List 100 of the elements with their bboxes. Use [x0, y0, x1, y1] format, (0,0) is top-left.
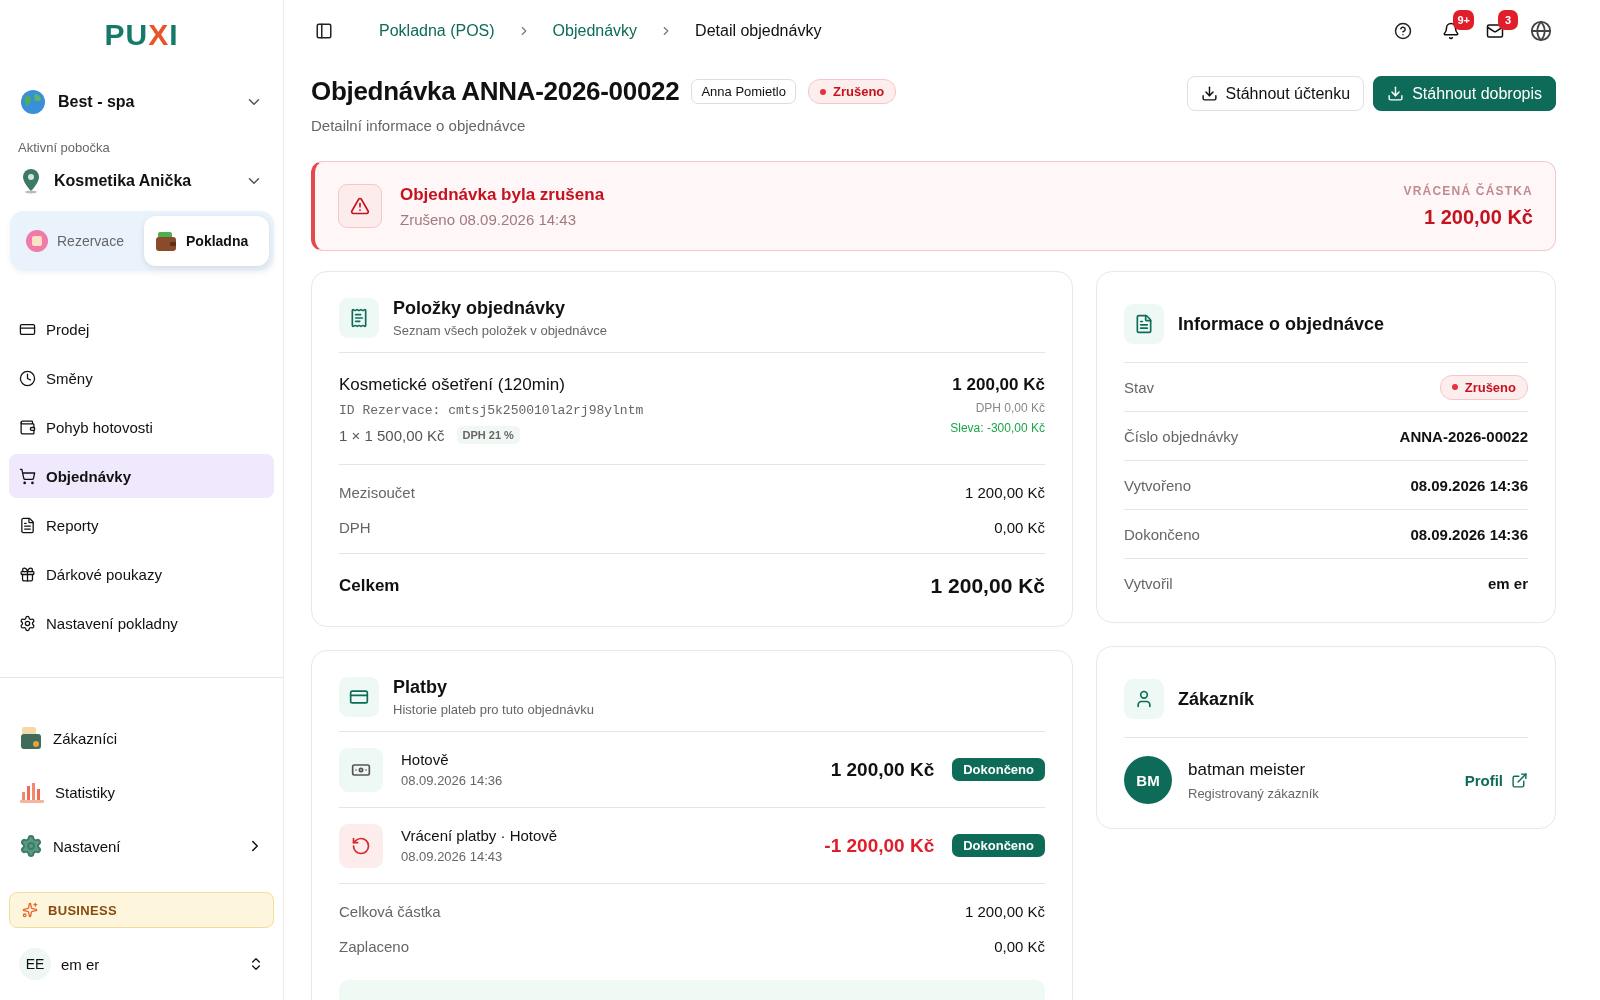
item-total: 1 200,00 Kč [952, 375, 1045, 395]
bell-icon [1442, 22, 1460, 40]
card-title: Zákazník [1178, 688, 1255, 710]
user-menu[interactable]: EE em er [9, 942, 274, 986]
status-badge: Zrušeno [1439, 374, 1528, 400]
gear-icon [19, 834, 43, 858]
payment-date: 08.09.2026 14:36 [401, 773, 504, 788]
nav-item[interactable]: Pohyb hotovosti [9, 405, 274, 449]
globe-icon [20, 89, 46, 115]
mail-icon [1486, 22, 1504, 40]
summary-value: 1 200,00 Kč [964, 903, 1045, 920]
document-icon [1124, 304, 1164, 344]
summary-value: 0,00 Kč [994, 519, 1045, 536]
page-subtitle: Detailní informace o objednávce [311, 117, 527, 134]
nav-item[interactable]: Dárkové poukazy [9, 552, 274, 596]
payment-method: Vrácení platby · Hotově [401, 827, 559, 844]
breadcrumb-link[interactable]: Objednávky [552, 22, 638, 40]
download-button[interactable]: Stáhnout účtenku [1186, 76, 1365, 111]
workspace-picker[interactable]: Best - spa [9, 82, 274, 122]
card-title: Platby [393, 677, 449, 698]
item-vat: DPH 0,00 Kč [975, 401, 1045, 415]
payment-method: Hotově [401, 751, 450, 768]
info-label: Vytvořil [1124, 575, 1173, 592]
plan-label: BUSINESS [48, 902, 117, 918]
payment-amount: -1 200,00 Kč [824, 834, 935, 857]
download-icon [1200, 85, 1218, 102]
total-label: Celkem [339, 576, 400, 596]
customer-name: batman meister [1188, 759, 1307, 780]
bar-chart-icon [19, 780, 45, 804]
card-title: Položky objednávky [393, 298, 567, 319]
credit-card-icon [339, 677, 379, 717]
mode-tab[interactable]: Pokladna [144, 216, 269, 266]
card-subtitle: Historie plateb pro tuto objednávku [393, 702, 594, 717]
download-button[interactable]: Stáhnout dobropis [1373, 76, 1556, 111]
nav-item[interactable]: Prodej [9, 307, 274, 351]
external-link-icon [1511, 771, 1528, 789]
document-icon [19, 516, 36, 534]
summary-label: Mezisoučet [339, 484, 415, 501]
info-label: Vytvořeno [1124, 476, 1191, 494]
notification-badge: 3 [1498, 10, 1518, 30]
nav-item[interactable]: Zákazníci [9, 716, 274, 760]
nav-item[interactable]: Nastavení [9, 824, 274, 868]
status-badge: Dokončeno [952, 834, 1045, 857]
vat-tag: DPH 21 % [456, 426, 520, 444]
item-discount: Sleva: -300,00 Kč [950, 421, 1045, 435]
status-badge: Zrušeno [808, 79, 897, 104]
sparkle-icon [22, 902, 38, 918]
info-value: ANNA-2026-00022 [1399, 427, 1528, 445]
branch-picker[interactable]: Kosmetika Anička [9, 161, 274, 201]
wallet-icon [19, 418, 36, 436]
gear-icon [19, 614, 36, 632]
card-subtitle: Seznam všech položek v objednávce [393, 323, 607, 338]
payment-amount: 1 200,00 Kč [830, 758, 935, 781]
summary-label: Celková částka [339, 903, 441, 920]
clock-icon [19, 369, 36, 387]
warning-icon [338, 184, 382, 228]
sidebar-icon [315, 22, 333, 40]
summary-label: DPH [339, 519, 371, 536]
breadcrumb-link[interactable]: Pokladna (POS) [379, 22, 495, 40]
cashier-tag: Anna Pomietlo [691, 79, 796, 104]
logo: PUXI [104, 18, 179, 52]
status-badge: Dokončeno [952, 758, 1045, 781]
item-quantity: 1 × 1 500,00 Kč [339, 426, 445, 444]
nav-item[interactable]: Objednávky [9, 454, 274, 498]
nav-item[interactable]: Reporty [9, 503, 274, 547]
refund-amount: 1 200,00 Kč [1424, 205, 1533, 229]
address-book-icon [19, 725, 43, 751]
cart-icon [19, 467, 36, 485]
nav-item[interactable]: Nastavení pokladny [9, 601, 274, 645]
user-icon [1124, 679, 1164, 719]
summary-value: 1 200,00 Kč [964, 484, 1045, 501]
download-icon [1387, 85, 1405, 102]
summary-label: Zaplaceno [339, 938, 410, 955]
item-name: Kosmetické ošetření (120min) [339, 375, 566, 395]
breadcrumb-link[interactable]: Detail objednávky [695, 22, 822, 40]
alert-title: Objednávka byla zrušena [400, 184, 606, 205]
info-label: Číslo objednávky [1124, 427, 1239, 445]
mode-tab[interactable]: Rezervace [15, 216, 140, 266]
info-label: Dokončeno [1124, 525, 1200, 543]
total-value: 1 200,00 Kč [930, 574, 1045, 598]
nav-item[interactable]: Statistiky [9, 770, 274, 814]
page-title: Objednávka ANNA-2026-00022 [311, 76, 680, 107]
nav-item[interactable]: Směny [9, 356, 274, 400]
receipt-icon [339, 298, 379, 338]
customer-avatar: BM [1124, 756, 1172, 804]
alert-subtitle: Zrušeno 08.09.2026 14:43 [400, 210, 577, 228]
map-pin-icon [20, 168, 42, 194]
messages-button[interactable]: 3 [1482, 10, 1518, 44]
reservation-id: ID Rezervace: cmtsj5k250010la2rj98ylntm [339, 403, 644, 418]
card-title: Informace o objednávce [1178, 313, 1385, 335]
notification-badge: 9+ [1453, 10, 1474, 30]
section-label: Aktivní pobočka [17, 140, 111, 155]
info-value: 08.09.2026 14:36 [1410, 476, 1528, 494]
wallet-icon [154, 229, 178, 253]
gift-icon [19, 565, 36, 583]
calendar-icon [25, 229, 49, 253]
info-value: em er [1487, 575, 1528, 592]
notifications-button[interactable]: 9+ [1438, 10, 1474, 44]
profile-link[interactable]: Profil [1464, 771, 1528, 789]
info-label: Stav [1124, 378, 1154, 396]
